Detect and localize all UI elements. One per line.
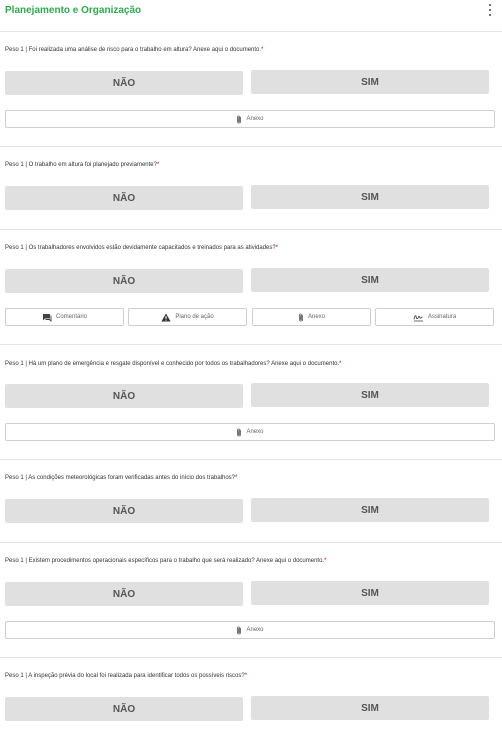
question-5: Peso 1 | As condições meteorológicas for… xyxy=(5,475,238,481)
q1-anexo-button[interactable]: Anexo xyxy=(5,110,495,128)
q3-comentario-button[interactable]: Comentário xyxy=(5,308,124,326)
anexo-label: Anexo xyxy=(246,116,264,122)
kebab-menu-icon[interactable] xyxy=(487,4,493,16)
section-title: Planejamento e Organização xyxy=(5,5,142,16)
divider xyxy=(0,542,502,543)
divider xyxy=(0,229,502,230)
q4-sim-button[interactable]: SIM xyxy=(251,383,489,407)
q3-assinatura-button[interactable]: Assinatura xyxy=(375,308,494,326)
comentario-label: Comentário xyxy=(55,314,87,320)
q6-sim-button[interactable]: SIM xyxy=(251,581,489,605)
q6-nao-button[interactable]: NÃO xyxy=(5,582,243,606)
q6-anexo-button[interactable]: Anexo xyxy=(5,621,495,639)
paperclip-icon xyxy=(236,115,242,124)
q5-sim-button[interactable]: SIM xyxy=(251,498,489,522)
divider xyxy=(0,344,502,345)
q3-sim-button[interactable]: SIM xyxy=(251,268,489,292)
assinatura-label: Assinatura xyxy=(427,314,457,320)
anexo-label: Anexo xyxy=(307,314,325,320)
signature-icon xyxy=(413,313,424,322)
q5-nao-button[interactable]: NÃO xyxy=(5,499,243,523)
warning-icon xyxy=(161,313,171,322)
plano-label: Plano de ação xyxy=(175,314,214,320)
divider xyxy=(0,657,502,658)
question-6: Peso 1 | Existem procedimentos operacion… xyxy=(5,558,327,564)
divider xyxy=(0,459,502,460)
q7-sim-button[interactable]: SIM xyxy=(251,696,489,720)
paperclip-icon xyxy=(298,313,304,322)
q2-nao-button[interactable]: NÃO xyxy=(5,186,243,210)
q3-plano-acao-button[interactable]: Plano de ação xyxy=(128,308,247,326)
anexo-label: Anexo xyxy=(246,429,264,435)
divider xyxy=(0,146,502,147)
section-header: Planejamento e Organização xyxy=(0,0,502,22)
anexo-label: Anexo xyxy=(246,627,264,633)
comment-icon xyxy=(42,313,52,322)
q4-nao-button[interactable]: NÃO xyxy=(5,384,243,408)
divider xyxy=(0,31,502,32)
question-1: Peso 1 | Foi realizada uma análise de ri… xyxy=(5,47,264,53)
q1-sim-button[interactable]: SIM xyxy=(251,70,489,94)
q1-nao-button[interactable]: NÃO xyxy=(5,71,243,95)
q4-anexo-button[interactable]: Anexo xyxy=(5,423,495,441)
question-2: Peso 1 | O trabalho em altura foi planej… xyxy=(5,162,160,168)
q3-nao-button[interactable]: NÃO xyxy=(5,269,243,293)
q3-anexo-button[interactable]: Anexo xyxy=(252,308,371,326)
question-3: Peso 1 | Os trabalhadores envolvidos est… xyxy=(5,245,279,251)
q2-sim-button[interactable]: SIM xyxy=(251,185,489,209)
question-7: Peso 1 | A inspeção prévia do local foi … xyxy=(5,673,248,679)
paperclip-icon xyxy=(236,626,242,635)
question-4: Peso 1 | Há um plano de emergência e res… xyxy=(5,361,342,367)
q7-nao-button[interactable]: NÃO xyxy=(5,697,243,721)
paperclip-icon xyxy=(236,428,242,437)
